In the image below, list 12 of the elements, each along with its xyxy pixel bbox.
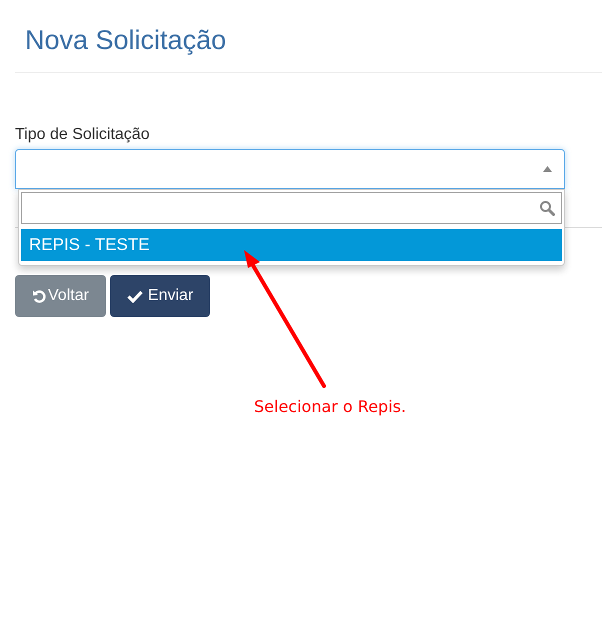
page-title: Nova Solicitação [25, 24, 226, 57]
back-button[interactable]: Voltar [15, 275, 106, 317]
check-icon [126, 290, 143, 302]
field-label: Tipo de Solicitação [15, 125, 150, 145]
dropdown-option[interactable]: REPIS - TESTE [21, 229, 562, 261]
select-field[interactable] [15, 149, 565, 189]
annotation-text: Selecionar o Repis. [254, 397, 406, 417]
submit-button[interactable]: Enviar [110, 275, 210, 317]
search-field[interactable] [21, 192, 562, 224]
caret-icon [543, 166, 552, 172]
search-icon [539, 200, 555, 216]
undo-icon [32, 289, 46, 303]
